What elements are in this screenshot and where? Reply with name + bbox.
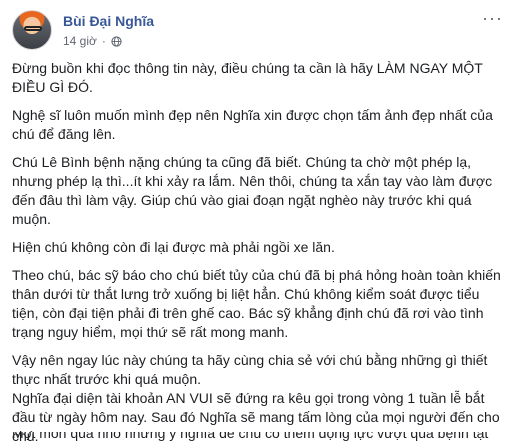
paragraph-line: trạng nguy hiểm, mọi thứ sẽ rất mong man… xyxy=(12,324,289,340)
paragraph-line: Chú Lê Bình bệnh nặng chúng ta cũng đã b… xyxy=(12,154,472,170)
paragraph-line: chú để đăng lên. xyxy=(12,126,116,142)
paragraph-line: đầu từ ngày hôm nay. Sau đó Nghĩa sẽ man… xyxy=(12,409,500,425)
paragraph-line: Nghệ sĩ luôn muốn mình đẹp nên Nghĩa xin… xyxy=(12,107,493,123)
post-content-overflow: Một món quà nhỏ nhưng ý nghĩa để chú có … xyxy=(12,432,500,441)
paragraph-line: Hiện chú không còn đi lại được mà phải n… xyxy=(12,239,335,255)
facebook-post: Bùi Đại Nghĩa 14 giờ · ··· Đừng buồn khi… xyxy=(0,0,515,441)
paragraph-line: Vậy nên ngay lúc này chúng ta hãy cùng c… xyxy=(12,352,488,368)
author-name[interactable]: Bùi Đại Nghĩa xyxy=(63,13,154,29)
author-avatar[interactable] xyxy=(12,10,52,50)
post-paragraph: Chú Lê Bình bệnh nặng chúng ta cũng đã b… xyxy=(12,153,500,229)
paragraph-line: tiện, còn đại tiện phải đi trên ghế cao.… xyxy=(12,305,484,321)
avatar-glasses xyxy=(24,26,42,31)
paragraph-line: đến đâu thì làm vậy. Giúp chú vào giai đ… xyxy=(12,192,472,208)
cut-line: Một món quà nhỏ nhưng ý nghĩa để chú có … xyxy=(12,432,489,441)
paragraph-line: thân dưới từ thắt lưng trở xuống bị liệt… xyxy=(12,286,480,302)
post-paragraph: Đừng buồn khi đọc thông tin này, điều ch… xyxy=(12,59,500,97)
more-options-icon[interactable]: ··· xyxy=(482,8,503,29)
paragraph-line: muộn. xyxy=(12,211,51,227)
post-time[interactable]: 14 giờ xyxy=(63,34,97,48)
paragraph-line: nhưng phép lạ thì...ít khi xảy ra lắm. N… xyxy=(12,173,493,189)
post-meta: 14 giờ · xyxy=(63,34,122,48)
globe-icon[interactable] xyxy=(111,35,122,47)
paragraph-line: Đừng buồn khi đọc thông tin này, điều ch… xyxy=(12,60,483,76)
post-paragraph: Nghệ sĩ luôn muốn mình đẹp nên Nghĩa xin… xyxy=(12,106,500,144)
post-content: Đừng buồn khi đọc thông tin này, điều ch… xyxy=(12,59,501,441)
paragraph-line: Nghĩa đại diện tài khoản AN VUI sẽ đứng … xyxy=(12,390,485,406)
post-paragraph: Hiện chú không còn đi lại được mà phải n… xyxy=(12,238,500,257)
paragraph-line: Theo chú, bác sỹ báo cho chú biết tủy củ… xyxy=(12,267,501,283)
time-separator: · xyxy=(101,34,106,48)
post-paragraph: Theo chú, bác sỹ báo cho chú biết tủy củ… xyxy=(12,266,501,342)
post-paragraph: Vậy nên ngay lúc này chúng ta hãy cùng c… xyxy=(12,351,500,389)
paragraph-line: thực nhất trước khi quá muộn. xyxy=(12,371,202,387)
paragraph-line: ĐIỀU GÌ ĐÓ. xyxy=(12,79,93,95)
